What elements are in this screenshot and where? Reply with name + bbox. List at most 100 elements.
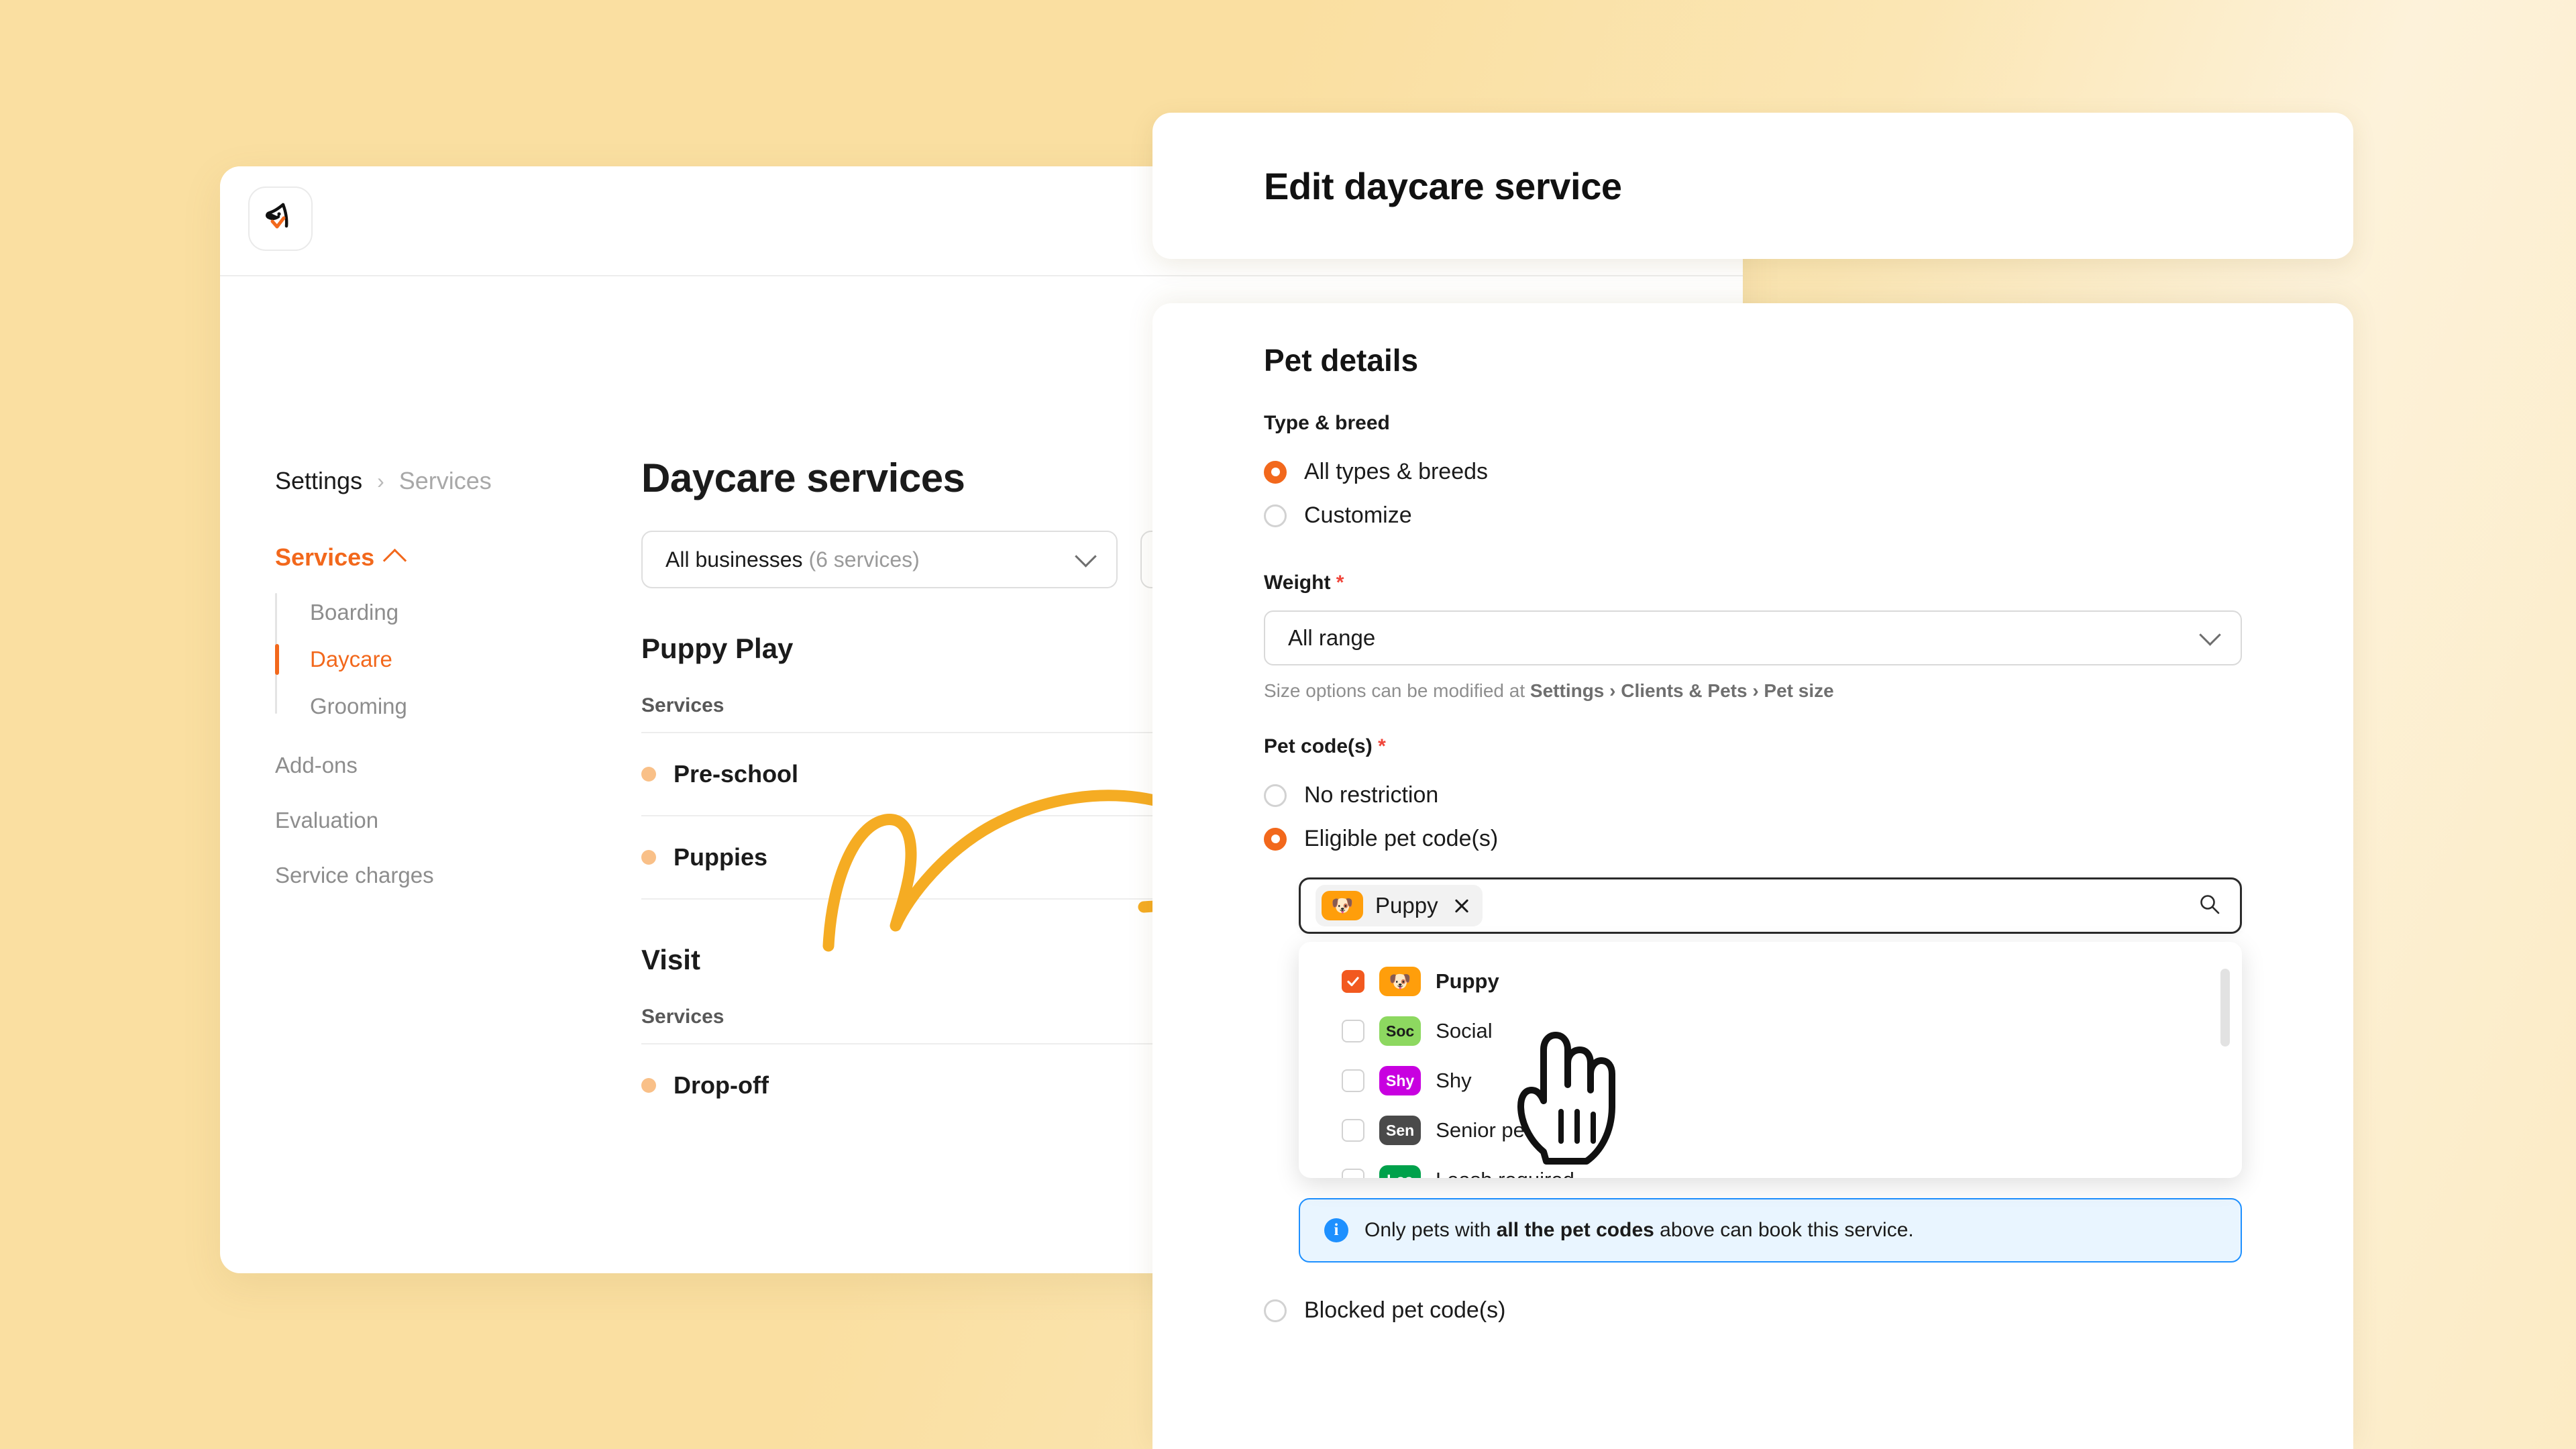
radio-all-types-breeds[interactable]: All types & breeds bbox=[1264, 451, 2242, 494]
weight-label-text: Weight bbox=[1264, 572, 1331, 594]
sidebar-item-label: Daycare bbox=[310, 647, 392, 672]
pet-code-combobox[interactable]: 🐶 Puppy bbox=[1299, 877, 2242, 934]
radio-customize[interactable]: Customize bbox=[1264, 494, 2242, 538]
dog-head-check-logo[interactable] bbox=[248, 186, 313, 251]
sidebar: Services Boarding Daycare Grooming Add-o… bbox=[275, 543, 610, 903]
radio-label: Eligible pet code(s) bbox=[1304, 826, 1499, 851]
radio-label: Customize bbox=[1304, 502, 1412, 528]
business-filter-count: (6 services) bbox=[808, 547, 920, 572]
status-dot-icon bbox=[641, 850, 656, 865]
status-dot-icon bbox=[641, 767, 656, 782]
info-text-after: above can book this service. bbox=[1654, 1219, 1914, 1241]
search-icon-svg bbox=[2200, 894, 2220, 914]
dropdown-item-puppy[interactable]: 🐶 Puppy bbox=[1299, 957, 2242, 1006]
info-text-before: Only pets with bbox=[1364, 1219, 1497, 1241]
sidebar-group-label: Services bbox=[275, 543, 375, 571]
sidebar-item-grooming[interactable]: Grooming bbox=[310, 683, 610, 730]
section-title: Pet details bbox=[1264, 343, 1419, 378]
sidebar-item-label: Boarding bbox=[310, 600, 399, 625]
sidebar-item-boarding[interactable]: Boarding bbox=[310, 589, 610, 636]
service-name: Puppies bbox=[674, 843, 768, 871]
dropdown-item-leash-required[interactable]: Lea Leash required bbox=[1299, 1155, 2242, 1178]
dropdown-scrollbar[interactable] bbox=[2220, 969, 2230, 1046]
sidebar-item-evaluation[interactable]: Evaluation bbox=[275, 793, 610, 848]
pet-codes-label-text: Pet code(s) bbox=[1264, 735, 1373, 757]
breadcrumb-separator-icon: › bbox=[377, 468, 384, 493]
chevron-up-icon bbox=[382, 548, 407, 572]
code-badge-shy: Shy bbox=[1379, 1066, 1421, 1095]
pet-code-dropdown[interactable]: 🐶 Puppy Soc Social Shy Shy Sen Senior pe… bbox=[1299, 942, 2242, 1178]
business-filter-select[interactable]: All businesses (6 services) bbox=[641, 531, 1118, 588]
selected-chip-puppy: 🐶 Puppy bbox=[1316, 885, 1483, 926]
dropdown-item-senior-pet[interactable]: Sen Senior pet bbox=[1299, 1106, 2242, 1155]
required-mark: * bbox=[1378, 735, 1386, 757]
close-icon[interactable] bbox=[1453, 897, 1470, 914]
dog-face-icon: 🐶 bbox=[1389, 971, 1411, 991]
radio-icon bbox=[1264, 1299, 1287, 1322]
dropdown-item-label: Senior pet bbox=[1436, 1118, 1531, 1142]
code-badge-leash: Lea bbox=[1379, 1165, 1421, 1178]
pet-codes-label: Pet code(s) * bbox=[1264, 735, 2242, 758]
sidebar-item-label: Service charges bbox=[275, 863, 434, 888]
radio-label: Blocked pet code(s) bbox=[1304, 1297, 1506, 1323]
dropdown-item-shy[interactable]: Shy Shy bbox=[1299, 1056, 2242, 1106]
radio-label: No restriction bbox=[1304, 782, 1439, 808]
type-breed-label: Type & breed bbox=[1264, 412, 1390, 434]
chevron-down-icon bbox=[1075, 545, 1097, 568]
info-text-bold: all the pet codes bbox=[1496, 1219, 1654, 1241]
radio-blocked-pet-codes[interactable]: Blocked pet code(s) bbox=[1264, 1289, 2242, 1333]
weight-helper-text: Size options can be modified at Settings… bbox=[1264, 680, 2242, 702]
puppy-emoji-badge: 🐶 bbox=[1379, 967, 1421, 996]
dog-face-icon: 🐶 bbox=[1331, 896, 1354, 916]
radio-icon bbox=[1264, 504, 1287, 527]
sidebar-item-label: Grooming bbox=[310, 694, 407, 718]
modal-body: Pet details Type & breed All types & bre… bbox=[1152, 303, 2353, 1449]
breadcrumb-leaf[interactable]: Services bbox=[399, 467, 492, 495]
dropdown-item-social[interactable]: Soc Social bbox=[1299, 1006, 2242, 1056]
checkbox-icon bbox=[1342, 1069, 1364, 1092]
dropdown-item-label: Shy bbox=[1436, 1069, 1472, 1092]
dropdown-item-label: Puppy bbox=[1436, 969, 1499, 993]
code-badge-social: Soc bbox=[1379, 1016, 1421, 1046]
pet-code-combobox-wrapper: 🐶 Puppy 🐶 Puppy Soc Social Shy Shy Sen S… bbox=[1299, 877, 2242, 1178]
radio-no-restriction[interactable]: No restriction bbox=[1264, 774, 2242, 818]
sidebar-item-service-charges[interactable]: Service charges bbox=[275, 848, 610, 903]
sidebar-item-label: Evaluation bbox=[275, 808, 379, 833]
sidebar-group-services[interactable]: Services bbox=[275, 543, 610, 572]
checkbox-icon bbox=[1342, 1119, 1364, 1142]
weight-label: Weight * bbox=[1264, 572, 2242, 594]
chevron-down-icon bbox=[2199, 624, 2221, 646]
chip-label: Puppy bbox=[1375, 893, 1438, 918]
logo-svg bbox=[266, 203, 288, 229]
sidebar-item-add-ons[interactable]: Add-ons bbox=[275, 738, 610, 793]
weight-helper-path[interactable]: Settings › Clients & Pets › Pet size bbox=[1530, 680, 1834, 701]
weight-select-value: All range bbox=[1288, 625, 1376, 650]
puppy-emoji-badge: 🐶 bbox=[1322, 891, 1363, 920]
radio-eligible-pet-codes[interactable]: Eligible pet code(s) bbox=[1264, 818, 2242, 861]
status-dot-icon bbox=[641, 1078, 656, 1093]
check-icon bbox=[1347, 977, 1359, 987]
modal-title: Edit daycare service bbox=[1264, 164, 1622, 207]
dropdown-item-label: Leash required bbox=[1436, 1168, 1574, 1178]
sidebar-item-label: Add-ons bbox=[275, 753, 358, 777]
weight-helper-prefix: Size options can be modified at bbox=[1264, 680, 1530, 701]
search-icon[interactable] bbox=[2198, 893, 2221, 919]
business-filter-label: All businesses bbox=[665, 547, 803, 572]
radio-icon bbox=[1264, 784, 1287, 807]
code-badge-senior: Sen bbox=[1379, 1116, 1421, 1145]
breadcrumb-root[interactable]: Settings bbox=[275, 467, 362, 495]
info-icon: i bbox=[1324, 1218, 1348, 1242]
required-mark: * bbox=[1336, 572, 1344, 594]
info-banner-text: Only pets with all the pet codes above c… bbox=[1364, 1219, 1914, 1242]
service-name: Drop-off bbox=[674, 1071, 769, 1099]
checkbox-icon bbox=[1342, 1020, 1364, 1042]
breadcrumb: Settings › Services bbox=[275, 467, 492, 495]
info-banner: i Only pets with all the pet codes above… bbox=[1299, 1198, 2242, 1263]
weight-select[interactable]: All range bbox=[1264, 610, 2242, 665]
radio-icon-selected bbox=[1264, 827, 1287, 851]
radio-icon-selected bbox=[1264, 460, 1287, 484]
sidebar-item-daycare[interactable]: Daycare bbox=[275, 636, 610, 683]
screenshot-stage: Settings › Services Services Boarding Da… bbox=[0, 0, 2576, 1449]
modal-header: Edit daycare service bbox=[1152, 113, 2353, 259]
checkbox-checked-icon bbox=[1342, 970, 1364, 993]
